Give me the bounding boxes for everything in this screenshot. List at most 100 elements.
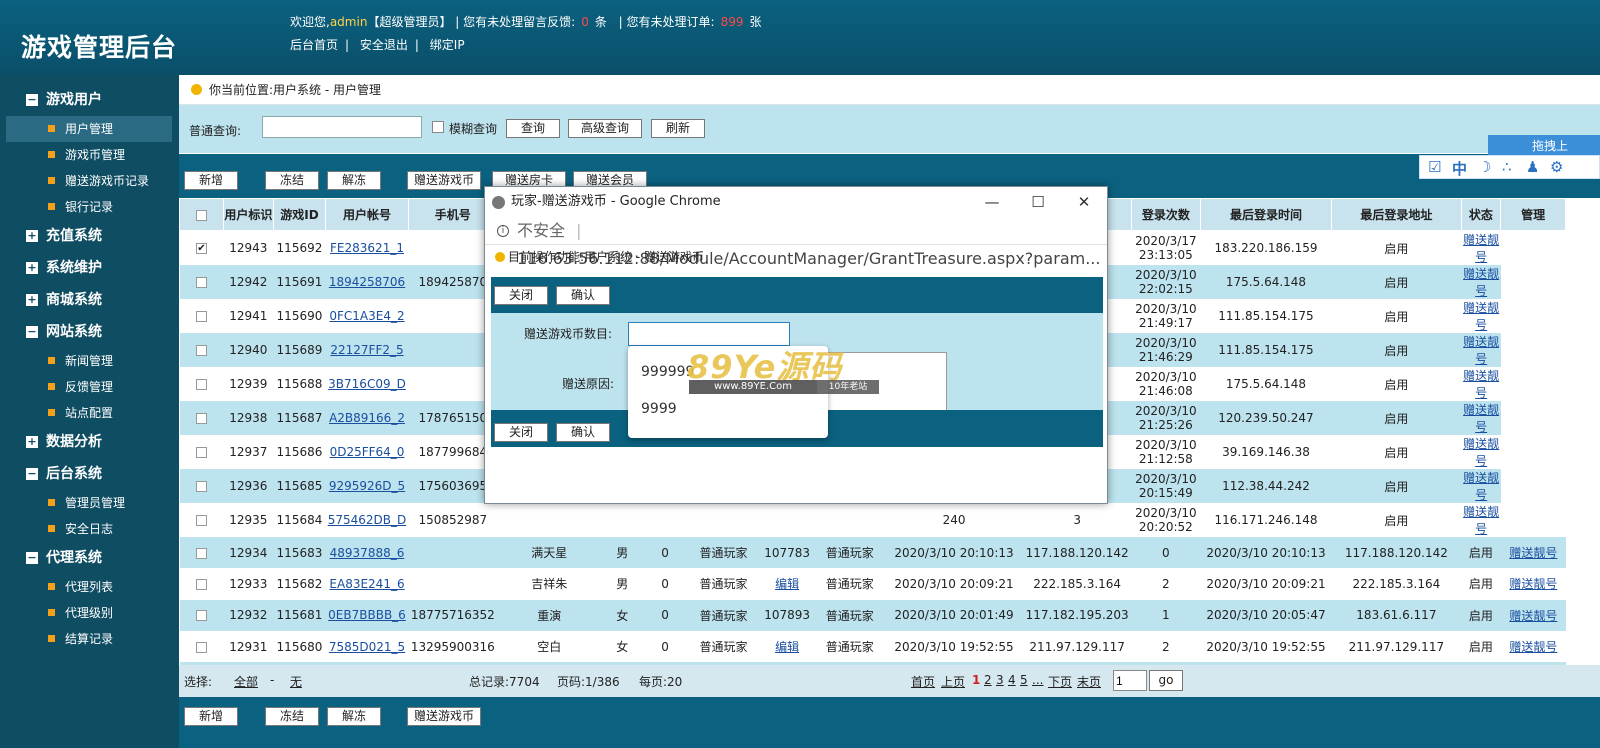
gift-number-link[interactable]: 赠送靓号 <box>1509 609 1557 623</box>
user-icon[interactable]: ♟ <box>1526 158 1539 176</box>
dialog-close-button[interactable]: 关闭 <box>494 286 548 305</box>
sidebar-item-gift-records[interactable]: 赠送游戏币记录 <box>0 168 178 194</box>
edit-link[interactable]: 编辑 <box>775 640 799 654</box>
row-checkbox[interactable]: ✔ <box>195 243 207 254</box>
account-link[interactable]: A2B89166_2 <box>329 411 405 425</box>
sidebar-item-settlement[interactable]: 结算记录 <box>0 626 178 652</box>
select-all-link[interactable]: 全部 <box>234 673 258 690</box>
maximize-icon[interactable]: ☐ <box>1015 187 1061 217</box>
gift-number-link[interactable]: 赠送靓号 <box>1463 233 1499 264</box>
sidebar-group-maintenance[interactable]: + 系统维护 <box>0 252 178 284</box>
sidebar-item-news[interactable]: 新闻管理 <box>0 348 178 374</box>
refresh-button[interactable]: 刷新 <box>651 119 705 138</box>
select-all-checkbox[interactable] <box>195 209 207 221</box>
float-widget-tab[interactable]: 拖拽上 <box>1488 135 1600 157</box>
gift-coins-button[interactable]: 赠送游戏币 <box>407 171 481 190</box>
account-link[interactable]: 0D25FF64_0 <box>330 445 405 459</box>
checkbox-icon[interactable]: ☑ <box>1428 158 1441 176</box>
address-bar[interactable]: i 不安全 | 116.63.56.112:88/Module/AccountM… <box>485 217 1107 268</box>
sidebar-group-analytics[interactable]: + 数据分析 <box>0 426 178 458</box>
page-input[interactable] <box>1113 670 1147 691</box>
pager-next[interactable]: 下页 <box>1048 673 1072 690</box>
account-link[interactable]: 9295926D_5 <box>329 479 405 493</box>
sidebar-group-recharge[interactable]: + 充值系统 <box>0 220 178 252</box>
link-home[interactable]: 后台首页 <box>290 38 338 52</box>
account-link[interactable]: 3B716C09_D <box>328 377 406 391</box>
row-checkbox[interactable] <box>195 345 207 356</box>
pager-last[interactable]: 末页 <box>1077 673 1101 690</box>
row-checkbox[interactable] <box>195 610 207 622</box>
row-checkbox[interactable] <box>195 547 207 559</box>
pager-page-2[interactable]: 2 <box>984 673 992 687</box>
sidebar-item-agent-level[interactable]: 代理级别 <box>0 600 178 626</box>
row-checkbox[interactable] <box>195 379 207 390</box>
sidebar-group-website[interactable]: − 网站系统 <box>0 316 178 348</box>
account-link[interactable]: 1894258706 <box>329 275 405 289</box>
gift-number-link[interactable]: 赠送靓号 <box>1509 577 1557 591</box>
sidebar-item-feedback[interactable]: 反馈管理 <box>0 374 178 400</box>
pager-page-4[interactable]: 4 <box>1008 673 1016 687</box>
sidebar-item-admin-management[interactable]: 管理员管理 <box>0 490 178 516</box>
add-button-bottom[interactable]: 新增 <box>184 707 238 726</box>
suggestion-item[interactable]: 9999 <box>641 401 677 417</box>
row-checkbox[interactable] <box>195 515 207 526</box>
dots-icon[interactable]: ∴ <box>1502 158 1512 176</box>
link-bind-ip[interactable]: 绑定IP <box>430 38 465 52</box>
edit-link[interactable]: 编辑 <box>775 577 799 591</box>
gift-number-link[interactable]: 赠送靓号 <box>1509 546 1557 560</box>
link-logout[interactable]: 安全退出 <box>360 38 408 52</box>
pager-page-5[interactable]: 5 <box>1020 673 1028 687</box>
moon-icon[interactable]: ☽ <box>1478 158 1491 176</box>
account-link[interactable]: 0FC1A3E4_2 <box>329 309 404 323</box>
pager-first[interactable]: 首页 <box>911 673 935 690</box>
account-link[interactable]: 22127FF2_5 <box>330 343 403 357</box>
add-button[interactable]: 新增 <box>184 171 238 190</box>
row-checkbox[interactable] <box>195 641 207 653</box>
select-none-link[interactable]: 无 <box>290 673 302 690</box>
unfreeze-button-bottom[interactable]: 解冻 <box>327 707 381 726</box>
dialog-confirm-button-bottom[interactable]: 确认 <box>556 423 610 442</box>
account-link[interactable]: EA83E241_6 <box>329 577 404 591</box>
gift-number-link[interactable]: 赠送靓号 <box>1463 505 1499 536</box>
sidebar-group-agent[interactable]: − 代理系统 <box>0 542 178 574</box>
row-checkbox[interactable] <box>195 277 207 288</box>
account-link[interactable]: 0EB7BBBB_6 <box>328 608 406 622</box>
row-checkbox[interactable] <box>195 447 207 458</box>
account-link[interactable]: FE283621_1 <box>330 241 404 255</box>
sidebar-group-game-users[interactable]: − 游戏用户 <box>0 84 178 116</box>
gift-number-link[interactable]: 赠送靓号 <box>1463 301 1499 332</box>
account-link[interactable]: 7585D021_5 <box>329 640 405 654</box>
fuzzy-checkbox[interactable] <box>432 121 444 133</box>
row-checkbox[interactable] <box>195 578 207 590</box>
gift-number-link[interactable]: 赠送靓号 <box>1463 437 1499 468</box>
row-checkbox[interactable] <box>195 413 207 424</box>
language-icon[interactable]: 中 <box>1452 158 1467 179</box>
sidebar-group-mall[interactable]: + 商城系统 <box>0 284 178 316</box>
freeze-button-bottom[interactable]: 冻结 <box>265 707 319 726</box>
pager-prev[interactable]: 上页 <box>941 673 965 690</box>
pager-page-3[interactable]: 3 <box>996 673 1004 687</box>
gift-number-link[interactable]: 赠送靓号 <box>1463 403 1499 434</box>
dialog-close-button-bottom[interactable]: 关闭 <box>494 423 548 442</box>
sidebar-item-coin-management[interactable]: 游戏币管理 <box>0 142 178 168</box>
minimize-icon[interactable]: — <box>969 187 1015 217</box>
sidebar-group-backend[interactable]: − 后台系统 <box>0 458 178 490</box>
gift-number-link[interactable]: 赠送靓号 <box>1463 335 1499 366</box>
sidebar-item-site-config[interactable]: 站点配置 <box>0 400 178 426</box>
info-icon[interactable]: i <box>497 225 509 237</box>
gift-number-link[interactable]: 赠送靓号 <box>1463 369 1499 400</box>
unfreeze-button[interactable]: 解冻 <box>327 171 381 190</box>
query-button[interactable]: 查询 <box>506 119 560 138</box>
sidebar-item-security-log[interactable]: 安全日志 <box>0 516 178 542</box>
freeze-button[interactable]: 冻结 <box>265 171 319 190</box>
account-link[interactable]: 575462DB_D <box>328 513 407 527</box>
account-link[interactable]: 48937888_6 <box>330 546 405 560</box>
advanced-query-button[interactable]: 高级查询 <box>568 119 642 138</box>
gift-number-link[interactable]: 赠送靓号 <box>1463 471 1499 502</box>
gift-number-link[interactable]: 赠送靓号 <box>1509 640 1557 654</box>
gift-coins-button-bottom[interactable]: 赠送游戏币 <box>407 707 481 726</box>
sidebar-item-bank-records[interactable]: 银行记录 <box>0 194 178 220</box>
row-checkbox[interactable] <box>195 311 207 322</box>
pager-current[interactable]: 1 <box>972 673 980 687</box>
dialog-confirm-button[interactable]: 确认 <box>556 286 610 305</box>
